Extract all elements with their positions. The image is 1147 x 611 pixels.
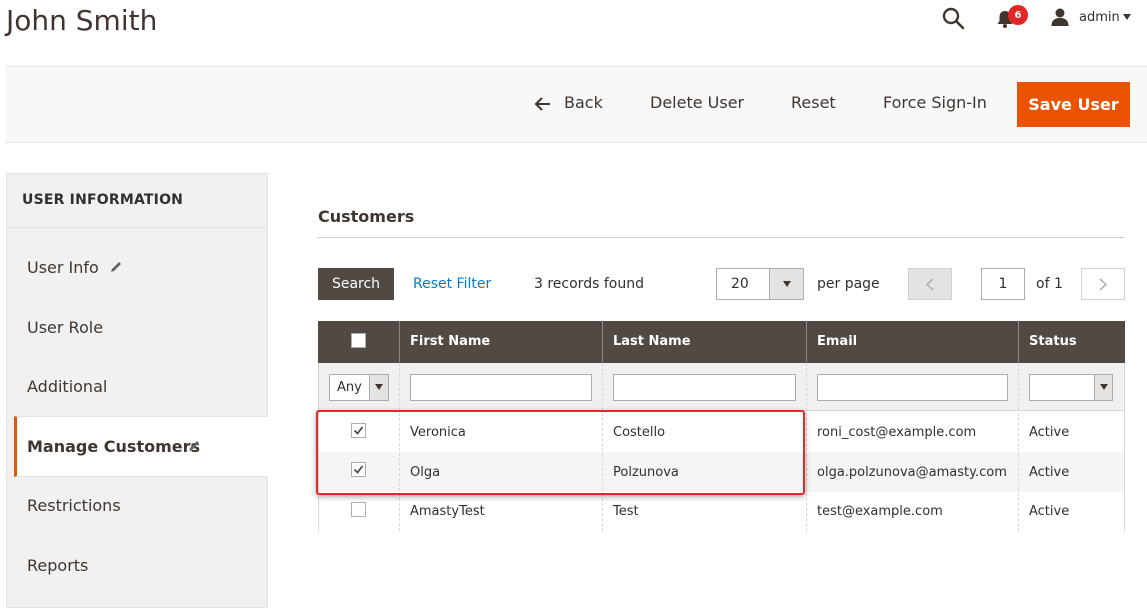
sidebar-item-reports[interactable]: Reports bbox=[27, 556, 88, 575]
column-divider bbox=[602, 321, 603, 363]
delete-user-button[interactable]: Delete User bbox=[650, 93, 744, 112]
per-page-label: per page bbox=[817, 276, 880, 292]
column-divider bbox=[1018, 321, 1019, 363]
sidebar-heading: USER INFORMATION bbox=[22, 192, 184, 208]
admin-username[interactable]: admin bbox=[1079, 10, 1120, 25]
chevron-left-icon bbox=[925, 278, 934, 291]
save-user-button[interactable]: Save User bbox=[1017, 82, 1130, 127]
force-sign-in-button[interactable]: Force Sign-In bbox=[883, 93, 987, 112]
pencil-icon bbox=[111, 262, 121, 272]
pencil-icon bbox=[189, 441, 199, 451]
column-header-email[interactable]: Email bbox=[817, 334, 857, 349]
column-divider bbox=[806, 321, 807, 363]
first-name-filter-input[interactable] bbox=[410, 374, 592, 401]
sidebar-item-manage-customers[interactable]: Manage Customers bbox=[27, 437, 200, 456]
notification-badge[interactable]: 6 bbox=[1008, 5, 1028, 25]
section-title: Customers bbox=[318, 207, 415, 226]
cell-first-name: AmastyTest bbox=[410, 504, 485, 519]
email-filter-input[interactable] bbox=[817, 374, 1008, 401]
records-count: 3 records found bbox=[534, 276, 644, 292]
row-checkbox[interactable] bbox=[351, 502, 366, 517]
column-header-status[interactable]: Status bbox=[1029, 334, 1077, 349]
cell-email: olga.polzunova@amasty.com bbox=[817, 465, 1007, 480]
cell-last-name: Test bbox=[613, 504, 639, 519]
per-page-value: 20 bbox=[731, 276, 749, 292]
page-total: of 1 bbox=[1036, 276, 1063, 292]
search-icon[interactable] bbox=[941, 6, 965, 30]
reset-button[interactable]: Reset bbox=[791, 93, 836, 112]
column-divider bbox=[1018, 363, 1019, 531]
next-page-button[interactable] bbox=[1081, 268, 1125, 300]
chevron-right-icon bbox=[1099, 278, 1108, 291]
column-header-last-name[interactable]: Last Name bbox=[613, 334, 691, 349]
caret-down-icon bbox=[375, 384, 383, 390]
page-number-input[interactable]: 1 bbox=[981, 268, 1025, 300]
caret-down-icon bbox=[783, 281, 791, 287]
sidebar-item-additional[interactable]: Additional bbox=[27, 377, 107, 396]
divider bbox=[7, 227, 267, 228]
column-header-first-name[interactable]: First Name bbox=[410, 334, 490, 349]
last-name-filter-input[interactable] bbox=[613, 374, 796, 401]
reset-filter-link[interactable]: Reset Filter bbox=[413, 276, 491, 292]
column-divider bbox=[806, 363, 807, 531]
divider bbox=[318, 237, 1125, 238]
selection-highlight-box bbox=[316, 410, 805, 495]
arrow-left-icon[interactable] bbox=[534, 96, 552, 112]
cell-status: Active bbox=[1029, 465, 1070, 480]
caret-down-icon bbox=[1100, 384, 1108, 390]
sidebar-item-restrictions[interactable]: Restrictions bbox=[27, 496, 121, 515]
in-selection-filter-toggle[interactable] bbox=[369, 375, 388, 400]
caret-down-icon[interactable] bbox=[1122, 13, 1132, 21]
sidebar-item-user-role[interactable]: User Role bbox=[27, 318, 103, 337]
page-title: John Smith bbox=[6, 4, 158, 37]
select-all-checkbox[interactable] bbox=[351, 333, 366, 348]
back-button[interactable]: Back bbox=[564, 93, 603, 112]
status-filter-toggle[interactable] bbox=[1094, 375, 1112, 400]
user-icon[interactable] bbox=[1050, 7, 1070, 27]
cell-email: test@example.com bbox=[817, 504, 943, 519]
in-selection-filter-value: Any bbox=[337, 380, 362, 395]
cell-status: Active bbox=[1029, 425, 1070, 440]
search-button[interactable]: Search bbox=[318, 268, 394, 300]
column-divider bbox=[399, 321, 400, 363]
sidebar-item-user-info[interactable]: User Info bbox=[27, 258, 99, 277]
per-page-toggle[interactable] bbox=[769, 269, 803, 299]
cell-email: roni_cost@example.com bbox=[817, 425, 977, 440]
cell-status: Active bbox=[1029, 504, 1070, 519]
prev-page-button[interactable] bbox=[908, 268, 952, 300]
